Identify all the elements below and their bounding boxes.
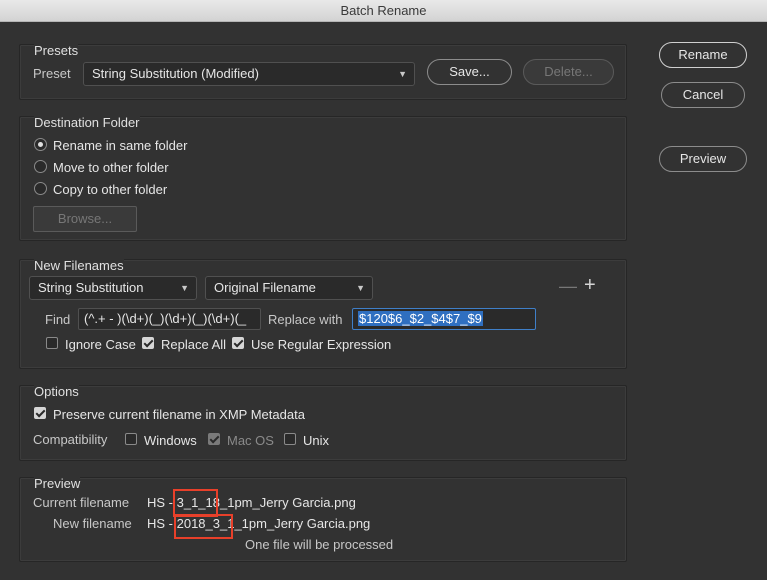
preset-select-value: String Substitution (Modified) (92, 66, 259, 81)
preset-label: Preset (33, 66, 71, 81)
current-filename-label: Current filename (33, 495, 130, 510)
preserve-filename-label: Preserve current filename in XMP Metadat… (53, 407, 305, 422)
rule-source-select[interactable]: Original Filename ▼ (205, 276, 373, 300)
find-input[interactable]: (^.+ - )(\d+)(_)(\d+)(_)(\d+)(_ (78, 308, 261, 330)
ignore-case-label: Ignore Case (65, 337, 136, 352)
radio-move-other-folder-label: Move to other folder (53, 160, 169, 175)
save-preset-button[interactable]: Save... (427, 59, 512, 85)
preset-select[interactable]: String Substitution (Modified) ▼ (83, 62, 415, 86)
preview-status: One file will be processed (245, 537, 394, 552)
annotation-box-current (173, 489, 218, 517)
radio-rename-same-folder[interactable] (34, 138, 47, 151)
rule-type-select[interactable]: String Substitution ▼ (29, 276, 197, 300)
compatibility-label: Compatibility (33, 432, 108, 447)
macos-checkbox[interactable] (208, 433, 220, 445)
chevron-down-icon: ▼ (356, 283, 365, 293)
chevron-down-icon: ▼ (398, 69, 407, 79)
radio-rename-same-folder-label: Rename in same folder (53, 138, 188, 153)
annotation-box-new (174, 514, 233, 539)
destination-title: Destination Folder (34, 115, 140, 130)
replace-with-value: $120$6_$2_$4$7_$9 (358, 311, 483, 326)
unix-label: Unix (303, 433, 330, 448)
delete-preset-button[interactable]: Delete... (523, 59, 614, 85)
preview-title: Preview (34, 476, 81, 491)
remove-rule-icon[interactable]: — (559, 276, 577, 297)
window-title: Batch Rename (0, 0, 767, 22)
radio-copy-other-folder[interactable] (34, 182, 47, 195)
replace-all-label: Replace All (161, 337, 227, 352)
preserve-filename-checkbox[interactable] (34, 407, 46, 419)
replace-all-checkbox[interactable] (142, 337, 154, 349)
windows-checkbox[interactable] (125, 433, 137, 445)
chevron-down-icon: ▼ (180, 283, 189, 293)
rule-source-value: Original Filename (214, 280, 316, 295)
presets-title: Presets (34, 43, 79, 58)
preview-button[interactable]: Preview (659, 146, 747, 172)
use-regex-checkbox[interactable] (232, 337, 244, 349)
new-filename-label: New filename (53, 516, 132, 531)
radio-move-other-folder[interactable] (34, 160, 47, 173)
replace-with-input[interactable]: $120$6_$2_$4$7_$9 (352, 308, 536, 330)
unix-checkbox[interactable] (284, 433, 296, 445)
browse-button[interactable]: Browse... (33, 206, 137, 232)
add-rule-icon[interactable]: + (584, 274, 596, 297)
cancel-button[interactable]: Cancel (661, 82, 745, 108)
radio-copy-other-folder-label: Copy to other folder (53, 182, 168, 197)
windows-label: Windows (144, 433, 197, 448)
new-filenames-title: New Filenames (34, 258, 124, 273)
options-title: Options (34, 384, 79, 399)
options-panel: Options (19, 384, 627, 461)
rename-button[interactable]: Rename (659, 42, 747, 68)
rule-type-value: String Substitution (38, 280, 144, 295)
ignore-case-checkbox[interactable] (46, 337, 58, 349)
macos-label: Mac OS (227, 433, 274, 448)
replace-with-label: Replace with (268, 312, 343, 327)
find-input-value: (^.+ - )(\d+)(_)(\d+)(_)(\d+)(_ (84, 311, 247, 326)
use-regex-label: Use Regular Expression (251, 337, 392, 352)
find-label: Find (45, 312, 71, 327)
